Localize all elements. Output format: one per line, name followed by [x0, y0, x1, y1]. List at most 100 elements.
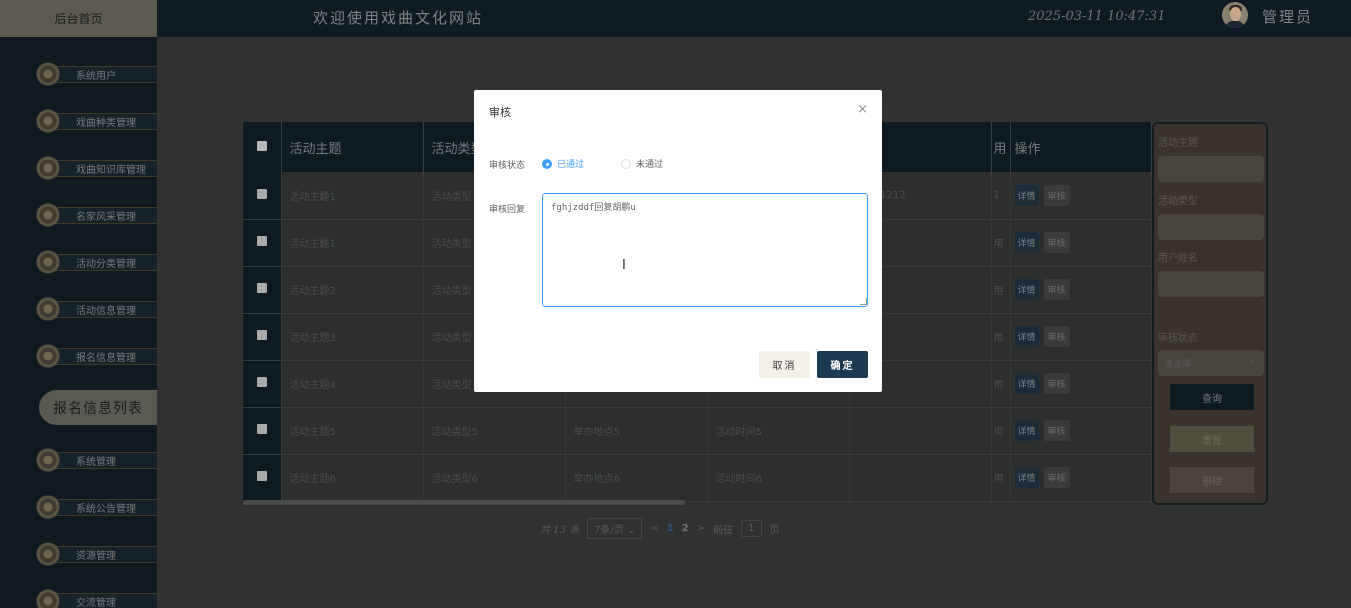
table-row: 活动主题5 活动类型5 举办地点5 活动时间5 用 详情 审核 [243, 407, 1152, 455]
table-horizontal-scrollbar[interactable] [243, 500, 685, 505]
detail-button[interactable]: 详情 [1014, 232, 1039, 253]
row-checkbox[interactable] [243, 454, 282, 502]
avatar[interactable] [1222, 2, 1248, 28]
knot-icon [35, 296, 61, 322]
knot-icon [35, 541, 61, 567]
cell-time: 活动时间6 [707, 454, 850, 502]
audit-button[interactable]: 审核 [1043, 373, 1070, 394]
cell-user2: 用 [991, 219, 1011, 267]
close-icon[interactable]: × [857, 102, 868, 117]
cell-user2: 用 [991, 454, 1011, 502]
admin-name[interactable]: 管理员 [1262, 6, 1313, 27]
theme-search-input[interactable] [1158, 156, 1264, 182]
delete-button[interactable]: 删除 [1170, 467, 1254, 493]
row-checkbox[interactable] [243, 266, 282, 314]
type-search-input[interactable] [1158, 214, 1264, 240]
sidebar-item-announcements[interactable]: 系统公告管理 [33, 492, 157, 522]
cell-user2: 用 [991, 266, 1011, 314]
table-row: 活动主题6 活动类型6 举办地点6 活动时间6 用 详情 审核 [243, 454, 1152, 502]
cell-theme: 活动主题2 [281, 266, 424, 314]
reset-button[interactable]: 重置 [1170, 426, 1254, 452]
col-header-user2[interactable]: 用 [991, 122, 1011, 172]
radio-failed[interactable]: 未通过 [621, 157, 663, 170]
cell-user2: 用 [991, 407, 1011, 455]
cell-theme: 活动主题5 [281, 407, 424, 455]
home-tab[interactable]: 后台首页 [0, 0, 157, 37]
row-checkbox[interactable] [243, 313, 282, 361]
radio-passed[interactable]: 已通过 [542, 157, 584, 170]
knot-icon [35, 343, 61, 369]
sidebar-item-masters[interactable]: 名家风采管理 [33, 200, 157, 230]
sidebar-item-label: 系统公告管理 [76, 504, 136, 515]
row-checkbox[interactable] [243, 360, 282, 408]
sidebar-item-label: 报名信息管理 [76, 353, 136, 364]
page-size-select[interactable]: 7条/页 ⌄ [587, 517, 643, 539]
confirm-button[interactable]: 确定 [817, 351, 868, 378]
chevron-down-icon: ⌄ [1248, 356, 1256, 366]
cell-type: 活动类型5 [423, 407, 566, 455]
sidebar-item-label: 交流管理 [76, 598, 116, 608]
cell-theme: 活动主题1 [281, 172, 424, 220]
cell-actions: 详情 审核 [1010, 219, 1152, 267]
audit-button[interactable]: 审核 [1043, 326, 1070, 347]
sidebar-item-resources[interactable]: 资源管理 [33, 539, 157, 569]
col-header-actions: 操作 [1010, 122, 1152, 172]
detail-button[interactable]: 详情 [1014, 279, 1039, 300]
sidebar-item-opera-types[interactable]: 戏曲种类管理 [33, 106, 157, 136]
row-checkbox[interactable] [243, 172, 282, 220]
cell-actions: 详情 审核 [1010, 313, 1152, 361]
resize-handle-icon[interactable] [860, 298, 867, 305]
audit-reply-textarea[interactable]: fghjzddf回复胡鹏u [542, 193, 868, 307]
knot-icon [35, 588, 61, 608]
query-button[interactable]: 查询 [1170, 384, 1254, 410]
audit-button[interactable]: 审核 [1043, 232, 1070, 253]
sidebar-item-label: 活动信息管理 [76, 306, 136, 317]
search-panel: 活动主题 活动类型 用户姓名 审核状态 请选择 ⌄ 查询 重置 删除 [1152, 122, 1268, 505]
sidebar-item-communication[interactable]: 交流管理 [33, 586, 157, 608]
status-select[interactable]: 请选择 ⌄ [1158, 350, 1264, 376]
sidebar-item-system-management[interactable]: 系统管理 [33, 445, 157, 475]
col-header-theme[interactable]: 活动主题 [281, 122, 424, 172]
sidebar-item-label: 戏曲知识库管理 [76, 165, 146, 176]
cell-theme: 活动主题3 [281, 313, 424, 361]
goto-page-input[interactable]: 1 [741, 519, 762, 537]
cell-user2: 1 [991, 172, 1011, 220]
dialog-title: 审核 [489, 106, 511, 119]
sidebar-item-registration-info[interactable]: 报名信息管理 [33, 341, 157, 371]
sidebar-item-opera-knowledge[interactable]: 戏曲知识库管理 [33, 153, 157, 183]
radio-failed-label: 未通过 [636, 160, 664, 170]
audit-button[interactable]: 审核 [1043, 467, 1070, 488]
detail-button[interactable]: 详情 [1014, 467, 1039, 488]
username-search-input[interactable] [1158, 271, 1264, 297]
sidebar-item-system-users[interactable]: 系统用户 [33, 59, 157, 89]
audit-button[interactable]: 审核 [1043, 184, 1070, 206]
site-title: 欢迎使用戏曲文化网站 [313, 9, 484, 27]
goto-label: 前往 [713, 524, 734, 536]
radio-dot-icon [542, 158, 552, 169]
sidebar-item-activity-categories[interactable]: 活动分类管理 [33, 247, 157, 277]
type-search-label: 活动类型 [1158, 196, 1198, 207]
next-page-button[interactable]: > [697, 523, 705, 534]
prev-page-button[interactable]: < [650, 523, 658, 534]
detail-button[interactable]: 详情 [1014, 326, 1039, 347]
cell-actions: 详情 审核 [1010, 172, 1152, 220]
detail-button[interactable]: 详情 [1014, 373, 1039, 394]
detail-button[interactable]: 详情 [1014, 184, 1039, 206]
select-all-checkbox[interactable] [243, 122, 282, 172]
sidebar-item-label: 名家风采管理 [76, 212, 136, 223]
detail-button[interactable]: 详情 [1014, 420, 1039, 441]
sidebar-subitem-registration-list[interactable]: 报名信息列表 [39, 390, 157, 425]
page-1-button[interactable]: 1 [667, 523, 674, 534]
sidebar-item-activity-info[interactable]: 活动信息管理 [33, 294, 157, 324]
cell-place: 举办地点5 [565, 407, 708, 455]
sidebar-item-label: 系统用户 [76, 71, 116, 82]
audit-button[interactable]: 审核 [1043, 420, 1070, 441]
row-checkbox[interactable] [243, 219, 282, 267]
cancel-button[interactable]: 取消 [759, 351, 810, 378]
page-2-button[interactable]: 2 [682, 523, 689, 534]
audit-button[interactable]: 审核 [1043, 279, 1070, 300]
row-checkbox[interactable] [243, 407, 282, 455]
page-size-value: 7条/页 [594, 524, 624, 536]
top-header: 后台首页 欢迎使用戏曲文化网站 2025-03-11 10:47:31 管理员 [0, 0, 1351, 37]
cell-theme: 活动主题4 [281, 360, 424, 408]
